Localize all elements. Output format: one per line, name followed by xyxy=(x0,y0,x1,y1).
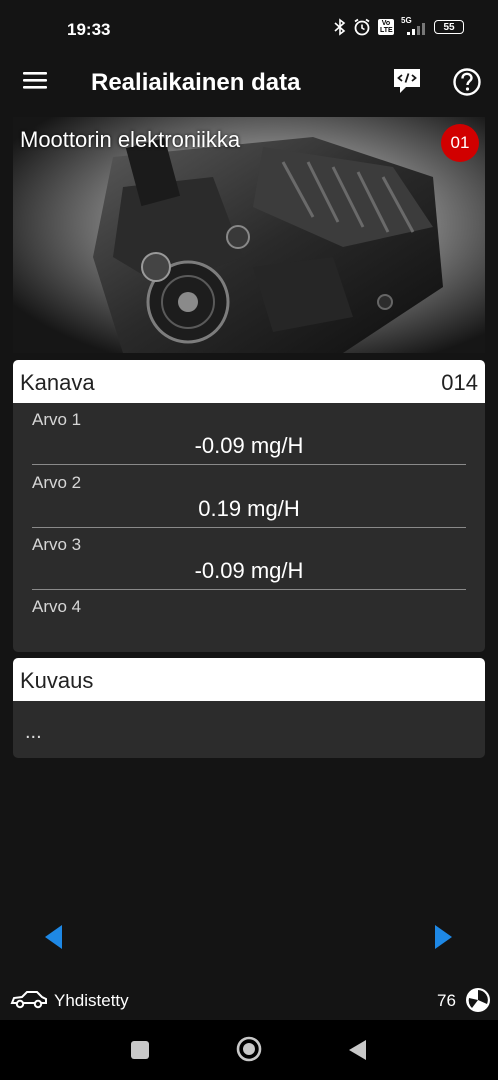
spinner-icon xyxy=(466,988,490,1012)
channel-label: Kanava xyxy=(20,370,95,395)
code-icon[interactable] xyxy=(392,67,422,95)
alarm-icon xyxy=(354,18,370,36)
app-bar: Realiaikainen data xyxy=(0,55,498,111)
battery-level: 55 xyxy=(443,21,455,33)
value-reading: -0.09 mg/H xyxy=(194,433,304,458)
system-nav-bar xyxy=(0,1020,498,1080)
value-row-4: Arvo 4 xyxy=(32,590,466,652)
signal-icon: 5G xyxy=(401,16,427,35)
status-time: 19:33 xyxy=(67,20,111,39)
triangle-right-icon[interactable] xyxy=(432,924,454,950)
value-reading: -0.09 mg/H xyxy=(194,558,304,583)
value-row-3: Arvo 3 -0.09 mg/H xyxy=(32,528,466,590)
page-title: Realiaikainen data xyxy=(91,69,301,96)
value-label: Arvo 4 xyxy=(32,597,82,616)
channel-card: Kanava 014 Arvo 1 -0.09 mg/H Arvo 2 0.19… xyxy=(13,360,485,652)
status-icons: Vo LTE 5G 55 xyxy=(334,16,464,36)
description-text: ... xyxy=(25,721,42,743)
bluetooth-icon xyxy=(334,18,346,36)
volte-icon: Vo LTE xyxy=(378,19,394,35)
value-reading: 0.19 mg/H xyxy=(198,496,300,521)
row-divider xyxy=(32,464,466,465)
value-row-1: Arvo 1 -0.09 mg/H xyxy=(32,403,466,465)
frame-counter: 76 xyxy=(437,991,456,1010)
value-label: Arvo 1 xyxy=(32,410,82,429)
status-badge: 01 xyxy=(441,124,479,162)
engine-card[interactable]: Moottorin elektroniikka 01 xyxy=(13,117,485,353)
battery-icon: 55 xyxy=(434,20,464,34)
value-label: Arvo 2 xyxy=(32,473,82,492)
engine-title: Moottorin elektroniikka xyxy=(20,127,241,152)
channel-value: 014 xyxy=(441,370,478,395)
back-button[interactable] xyxy=(347,1039,369,1061)
connection-status: Yhdistetty xyxy=(54,991,129,1010)
menu-icon[interactable] xyxy=(22,69,48,91)
value-label: Arvo 3 xyxy=(32,535,82,554)
connection-footer: Yhdistetty 76 xyxy=(0,984,498,1018)
home-button[interactable] xyxy=(236,1036,262,1062)
description-header: Kuvaus xyxy=(13,658,485,701)
description-label: Kuvaus xyxy=(20,668,94,693)
channel-header[interactable]: Kanava 014 xyxy=(13,360,485,403)
triangle-left-icon[interactable] xyxy=(43,924,65,950)
status-bar: 19:33 Vo LTE 5G 55 xyxy=(0,0,498,60)
car-icon xyxy=(10,991,47,1009)
value-row-2: Arvo 2 0.19 mg/H xyxy=(32,466,466,528)
description-card: Kuvaus ... xyxy=(13,658,485,758)
help-icon[interactable] xyxy=(452,67,482,97)
recent-apps-button[interactable] xyxy=(131,1041,149,1059)
